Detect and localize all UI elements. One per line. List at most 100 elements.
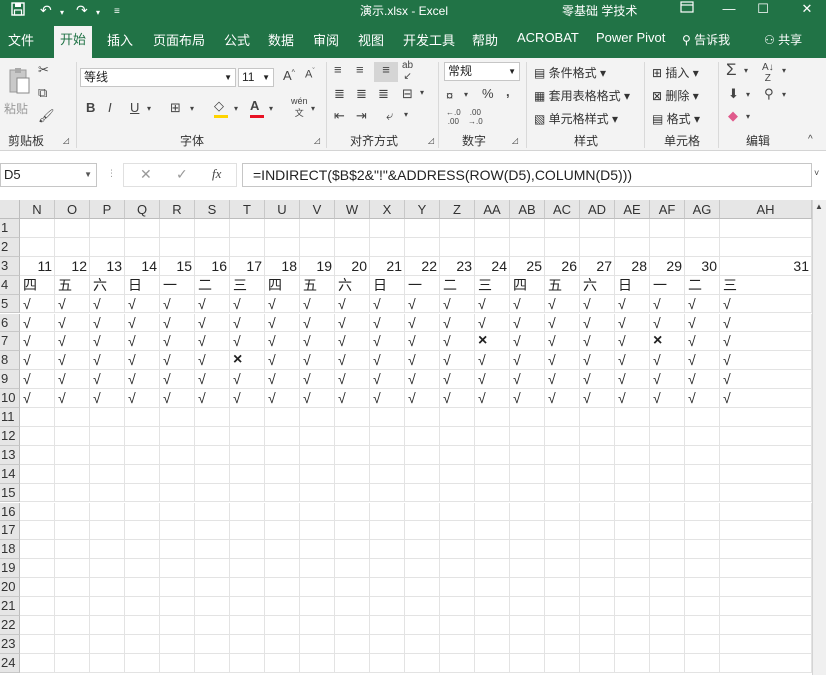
- cell[interactable]: [160, 408, 195, 427]
- cell[interactable]: [265, 502, 300, 522]
- attendance-cell[interactable]: √: [510, 294, 545, 314]
- cell[interactable]: [475, 219, 510, 238]
- cell[interactable]: [545, 502, 580, 522]
- attendance-cell[interactable]: √: [195, 313, 230, 333]
- cell[interactable]: [160, 597, 195, 616]
- insert-function-button[interactable]: fx: [212, 166, 221, 182]
- cell[interactable]: [335, 445, 370, 465]
- cell[interactable]: [370, 445, 405, 465]
- copy-icon[interactable]: ⧉: [38, 85, 47, 101]
- cell[interactable]: [475, 464, 510, 484]
- align-right-icon[interactable]: ≣: [378, 86, 389, 102]
- scroll-up-icon[interactable]: ▲: [815, 202, 823, 211]
- attendance-cell[interactable]: √: [160, 370, 195, 390]
- cell[interactable]: [615, 237, 650, 257]
- attendance-cell[interactable]: √: [580, 313, 615, 333]
- cell[interactable]: [405, 237, 440, 257]
- cell[interactable]: [265, 540, 300, 560]
- attendance-cell[interactable]: √: [510, 370, 545, 390]
- cell[interactable]: [230, 634, 265, 654]
- column-header[interactable]: S: [195, 200, 230, 219]
- attendance-cell[interactable]: √: [405, 313, 440, 333]
- wrap-text-icon[interactable]: ⤶: [386, 108, 393, 124]
- autosum-dropdown-icon[interactable]: ▾: [744, 66, 748, 75]
- attendance-cell[interactable]: ×: [475, 332, 510, 352]
- ribbon-display-icon[interactable]: [670, 0, 704, 20]
- cell[interactable]: [265, 578, 300, 597]
- cell[interactable]: [20, 634, 55, 654]
- cell[interactable]: [230, 521, 265, 541]
- cell[interactable]: [370, 483, 405, 503]
- attendance-cell[interactable]: √: [475, 313, 510, 333]
- cell[interactable]: [510, 540, 545, 560]
- sort-dropdown-icon[interactable]: ▾: [782, 66, 786, 75]
- cell[interactable]: [545, 653, 580, 673]
- day-number-cell[interactable]: 23: [440, 256, 475, 276]
- attendance-cell[interactable]: √: [405, 332, 440, 352]
- attendance-cell[interactable]: √: [90, 294, 125, 314]
- cell[interactable]: [90, 653, 125, 673]
- day-number-cell[interactable]: 28: [615, 256, 650, 276]
- day-number-cell[interactable]: 19: [300, 256, 335, 276]
- attendance-cell[interactable]: √: [55, 313, 90, 333]
- tab-formulas[interactable]: 公式: [224, 30, 250, 49]
- day-number-cell[interactable]: 18: [265, 256, 300, 276]
- cell[interactable]: [195, 445, 230, 465]
- cell[interactable]: [615, 445, 650, 465]
- close-icon[interactable]: ✕: [790, 0, 824, 20]
- cell[interactable]: [370, 237, 405, 257]
- cell[interactable]: [685, 597, 720, 616]
- attendance-cell[interactable]: √: [370, 370, 405, 390]
- font-color-icon[interactable]: A: [250, 98, 264, 118]
- weekday-cell[interactable]: 一: [650, 275, 685, 295]
- cell[interactable]: [20, 426, 55, 446]
- user-name[interactable]: 零基础 学技术: [562, 2, 637, 19]
- attendance-cell[interactable]: √: [230, 294, 265, 314]
- cell[interactable]: [580, 237, 615, 257]
- attendance-cell[interactable]: √: [475, 370, 510, 390]
- attendance-cell[interactable]: √: [335, 370, 370, 390]
- tab-acrobat[interactable]: ACROBAT: [517, 30, 579, 45]
- cell[interactable]: [685, 426, 720, 446]
- cell[interactable]: [195, 615, 230, 635]
- cell[interactable]: [265, 445, 300, 465]
- cell[interactable]: [195, 237, 230, 257]
- cell[interactable]: [370, 408, 405, 427]
- cell[interactable]: [335, 634, 370, 654]
- cell[interactable]: [475, 445, 510, 465]
- cell[interactable]: [545, 219, 580, 238]
- cell[interactable]: [580, 559, 615, 579]
- weekday-cell[interactable]: 六: [335, 275, 370, 295]
- attendance-cell[interactable]: √: [545, 370, 580, 390]
- row-header[interactable]: 2: [0, 237, 20, 257]
- cell[interactable]: [440, 653, 475, 673]
- decrease-indent-icon[interactable]: ⇤: [334, 108, 345, 124]
- cell[interactable]: [475, 237, 510, 257]
- attendance-cell[interactable]: √: [55, 389, 90, 408]
- cell[interactable]: [720, 578, 812, 597]
- attendance-cell[interactable]: √: [90, 332, 125, 352]
- weekday-cell[interactable]: 三: [720, 275, 812, 295]
- cell[interactable]: [580, 502, 615, 522]
- cell[interactable]: [685, 615, 720, 635]
- cell[interactable]: [20, 408, 55, 427]
- day-number-cell[interactable]: 14: [125, 256, 160, 276]
- attendance-cell[interactable]: √: [160, 313, 195, 333]
- day-number-cell[interactable]: 24: [475, 256, 510, 276]
- cell[interactable]: [125, 219, 160, 238]
- tab-data[interactable]: 数据: [268, 30, 294, 49]
- cell[interactable]: [720, 408, 812, 427]
- cell[interactable]: [720, 219, 812, 238]
- cell[interactable]: [195, 426, 230, 446]
- cell[interactable]: [265, 615, 300, 635]
- delete-cells-button[interactable]: ⊠ 删除 ▾: [652, 87, 699, 104]
- increase-font-icon[interactable]: A^: [283, 68, 295, 83]
- bold-button[interactable]: B: [86, 100, 95, 115]
- row-header[interactable]: 20: [0, 578, 20, 597]
- attendance-cell[interactable]: √: [405, 294, 440, 314]
- cell[interactable]: [335, 464, 370, 484]
- attendance-cell[interactable]: √: [300, 351, 335, 371]
- cell[interactable]: [510, 483, 545, 503]
- attendance-cell[interactable]: √: [55, 370, 90, 390]
- attendance-cell[interactable]: √: [545, 332, 580, 352]
